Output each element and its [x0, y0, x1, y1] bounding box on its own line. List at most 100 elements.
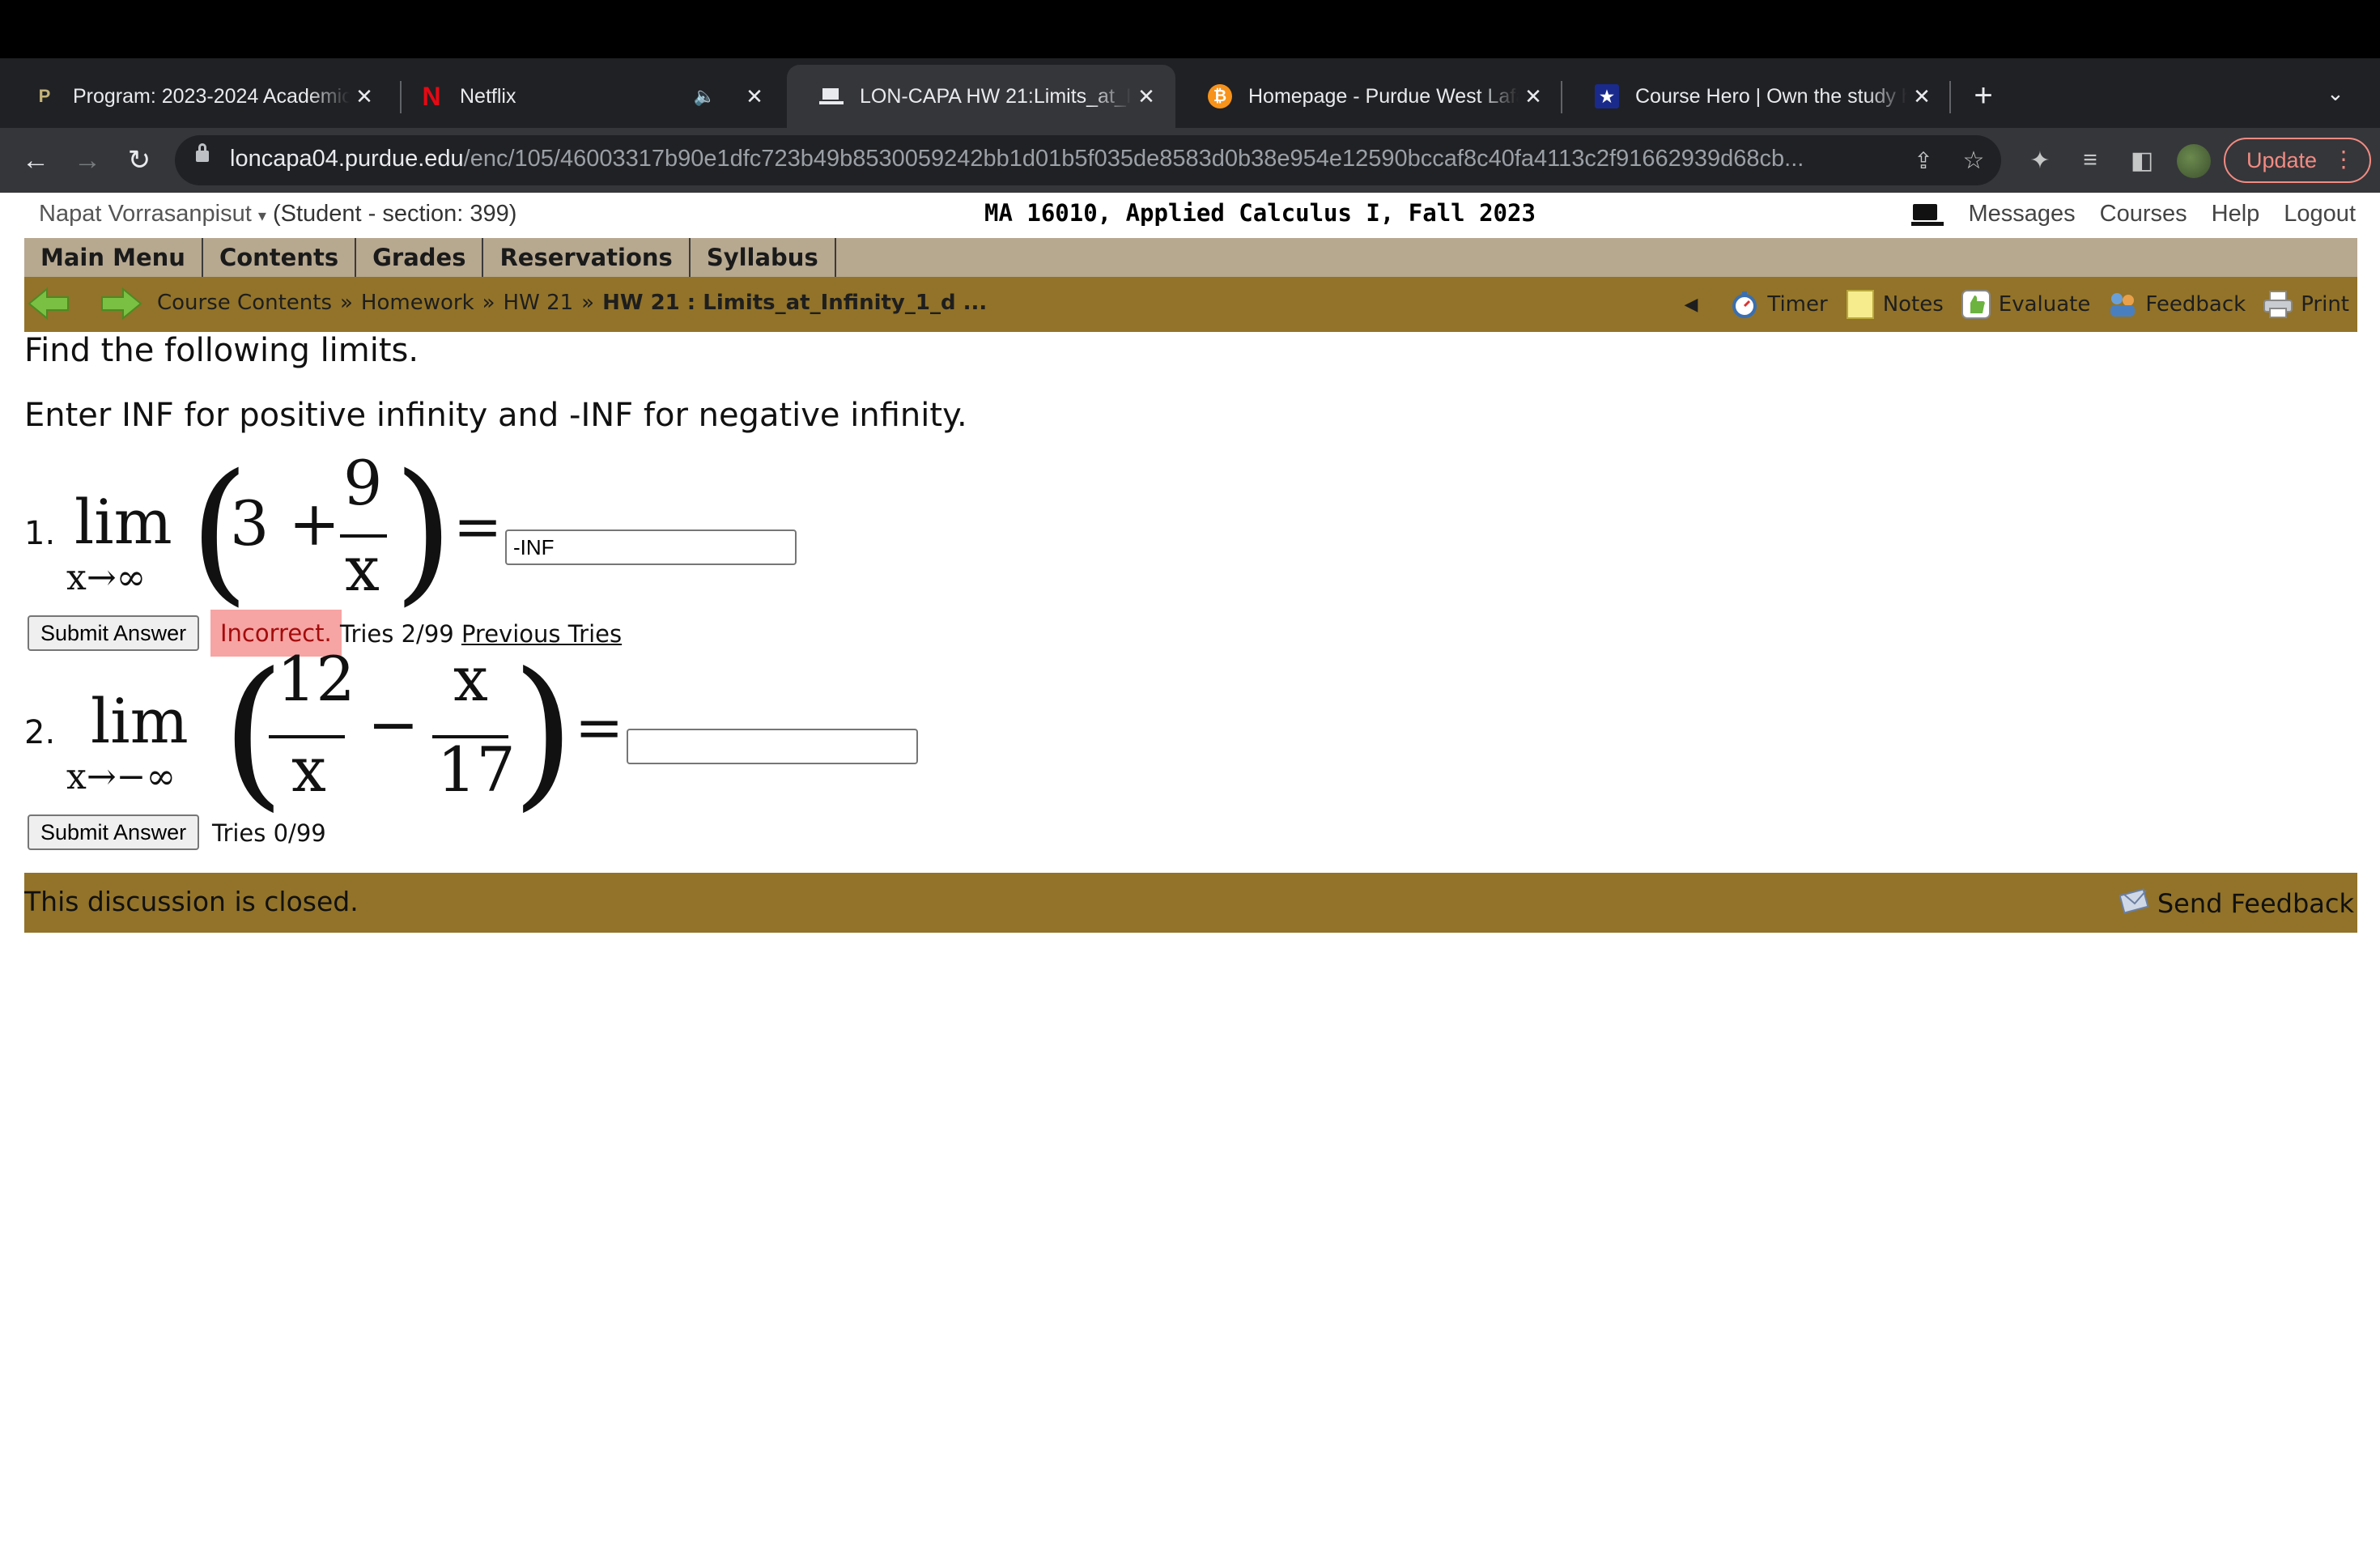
main-menu-bar: Main Menu Contents Grades Reservations S… — [24, 238, 2357, 277]
user-menu-caret-icon[interactable]: ▾ — [258, 207, 266, 225]
extensions-puzzle-icon[interactable]: ✦ — [2022, 142, 2058, 178]
url-host: loncapa04.purdue.edu — [230, 146, 464, 172]
lock-icon[interactable] — [196, 143, 209, 162]
send-feedback-link[interactable]: Send Feedback — [2119, 886, 2354, 921]
user-name[interactable]: Napat Vorrasanpisut — [39, 201, 252, 227]
evaluate-tool[interactable]: Evaluate — [1960, 288, 2091, 321]
submit-answer-button-2[interactable]: Submit Answer — [28, 814, 200, 850]
menu-reservations[interactable]: Reservations — [483, 238, 691, 277]
share-icon[interactable]: ⇪ — [1906, 142, 1941, 178]
feedback-tool[interactable]: Feedback — [2106, 288, 2246, 321]
tool-bar: ◀ Timer Notes Evaluate Feedback Print — [1684, 285, 2349, 324]
tab-separator — [1949, 81, 1951, 113]
breadcrumb-course-contents[interactable]: Course Contents — [157, 291, 332, 315]
purdue-logo-icon: P — [38, 86, 51, 106]
fraction-numerator: 9 — [343, 447, 383, 519]
timer-label: Timer — [1767, 292, 1828, 317]
next-arrow-icon[interactable] — [100, 287, 142, 321]
breadcrumb-current: HW 21 : Limits_at_Infinity_1_d ... — [602, 291, 988, 315]
feedback-envelope-icon — [2119, 886, 2151, 921]
bookmark-star-icon[interactable]: ☆ — [1956, 142, 1991, 178]
course-title: MA 16010, Applied Calculus I, Fall 2023 — [984, 199, 1536, 227]
breadcrumb-homework[interactable]: Homework — [361, 291, 474, 315]
speaker-icon[interactable]: 🔈 — [694, 86, 716, 107]
close-tab-icon[interactable]: ✕ — [1132, 82, 1161, 111]
send-feedback-label: Send Feedback — [2157, 888, 2354, 919]
tab-purdue-homepage[interactable]: ₿ Homepage - Purdue West Lafayette ✕ — [1175, 65, 1562, 128]
url-text[interactable]: loncapa04.purdue.edu/enc/105/46003317b90… — [230, 146, 1889, 172]
media-control-icon[interactable]: ≡ — [2072, 142, 2108, 178]
close-tab-icon[interactable]: ✕ — [1519, 82, 1548, 111]
print-tool[interactable]: Print — [2262, 288, 2349, 321]
fraction-denominator: x — [345, 533, 380, 605]
limit-approach: x→∞ — [66, 557, 147, 598]
previous-arrow-icon[interactable] — [28, 287, 70, 321]
menu-syllabus[interactable]: Syllabus — [691, 238, 836, 277]
print-label: Print — [2301, 292, 2349, 317]
right-paren: ) — [393, 441, 454, 620]
user-role: (Student - section: 399) — [272, 201, 517, 227]
tab-purdue-program[interactable]: P Program: 2023-2024 Academic ✕ — [0, 65, 393, 128]
top-links: Messages Courses Help Logout — [1911, 201, 2356, 228]
discussion-closed-text: This discussion is closed. — [24, 886, 359, 917]
thumbs-up-icon — [1960, 288, 1992, 321]
problem-number: 2. — [24, 714, 56, 751]
feedback-label: Feedback — [2145, 292, 2246, 317]
breadcrumb-separator: » — [340, 291, 353, 315]
tab-strip: P Program: 2023-2024 Academic ✕ N Netfli… — [0, 58, 2380, 128]
tries-text: Tries 2/99 — [340, 620, 454, 648]
profile-avatar[interactable] — [2177, 144, 2211, 178]
left-paren: ( — [222, 638, 286, 827]
breadcrumb-hw21[interactable]: HW 21 — [504, 291, 574, 315]
user-info: Napat Vorrasanpisut ▾ (Student - section… — [39, 201, 516, 228]
notes-tool[interactable]: Notes — [1844, 288, 1944, 321]
kebab-menu-icon[interactable]: ⋮ — [2332, 146, 2355, 172]
menu-contents[interactable]: Contents — [203, 238, 357, 277]
forward-arrow-icon[interactable]: → — [70, 142, 105, 178]
collapse-tools-triangle-icon[interactable]: ◀ — [1684, 295, 1698, 315]
url-path: /enc/105/46003317b90e1dfc723b49b85300592… — [463, 146, 1804, 172]
link-logout[interactable]: Logout — [2284, 201, 2356, 228]
reload-icon[interactable]: ↻ — [121, 142, 157, 178]
answer-input-1[interactable]: -INF — [505, 529, 797, 565]
tab-search-chevron-icon[interactable]: ⌄ — [2327, 81, 2344, 106]
tries-counter-2: Tries 0/99 — [212, 819, 326, 847]
tab-netflix[interactable]: N Netflix 🔈 ✕ — [387, 65, 784, 128]
tab-title: Program: 2023-2024 Academic — [73, 84, 350, 108]
submit-answer-button-1[interactable]: Submit Answer — [28, 615, 200, 651]
menu-grades[interactable]: Grades — [356, 238, 484, 277]
timer-tool[interactable]: Timer — [1728, 288, 1828, 321]
link-help[interactable]: Help — [2212, 201, 2260, 228]
close-tab-icon[interactable]: ✕ — [350, 82, 379, 111]
side-panel-icon[interactable]: ◧ — [2124, 142, 2160, 178]
breadcrumb-bar: Course Contents » Homework » HW 21 » HW 21 : L… — [24, 277, 2357, 332]
link-courses[interactable]: Courses — [2100, 201, 2187, 228]
update-label: Update — [2246, 147, 2318, 172]
breadcrumb: Course Contents » Homework » HW 21 » HW 21 : L… — [157, 291, 987, 315]
close-tab-icon[interactable]: ✕ — [1907, 82, 1936, 111]
answer-input-2[interactable] — [627, 729, 918, 764]
equals-sign: = — [575, 693, 624, 761]
fraction-1-numerator: 12 — [277, 643, 355, 715]
close-tab-icon[interactable]: ✕ — [740, 82, 769, 111]
expr-whole: 3 + — [230, 487, 341, 559]
loncapa-icon — [819, 84, 844, 108]
link-messages[interactable]: Messages — [1968, 201, 2075, 228]
tab-course-hero[interactable]: ★ Course Hero | Own the study hour ✕ — [1562, 65, 1951, 128]
new-tab-plus-icon[interactable]: + — [1966, 78, 2001, 113]
tab-loncapa-hw21[interactable]: LON-CAPA HW 21:Limits_at_Infinity ✕ — [787, 65, 1175, 128]
coursehero-star-icon: ★ — [1595, 84, 1619, 108]
bitcoin-icon: ₿ — [1208, 84, 1232, 108]
menu-main-menu[interactable]: Main Menu — [24, 238, 203, 277]
loncapa-home-icon[interactable] — [1911, 202, 1944, 227]
back-arrow-icon[interactable]: ← — [18, 142, 53, 178]
update-button[interactable]: Update ⋮ — [2224, 138, 2371, 183]
stopwatch-icon — [1728, 288, 1761, 321]
breadcrumb-separator: » — [581, 291, 595, 315]
tab-title: LON-CAPA HW 21:Limits_at_Infinity — [860, 84, 1132, 108]
evaluate-label: Evaluate — [1998, 292, 2091, 317]
lim-text: lim — [91, 685, 189, 757]
notepad-icon — [1844, 288, 1876, 321]
netflix-icon: N — [422, 81, 441, 111]
fraction-2-numerator: x — [453, 643, 488, 715]
